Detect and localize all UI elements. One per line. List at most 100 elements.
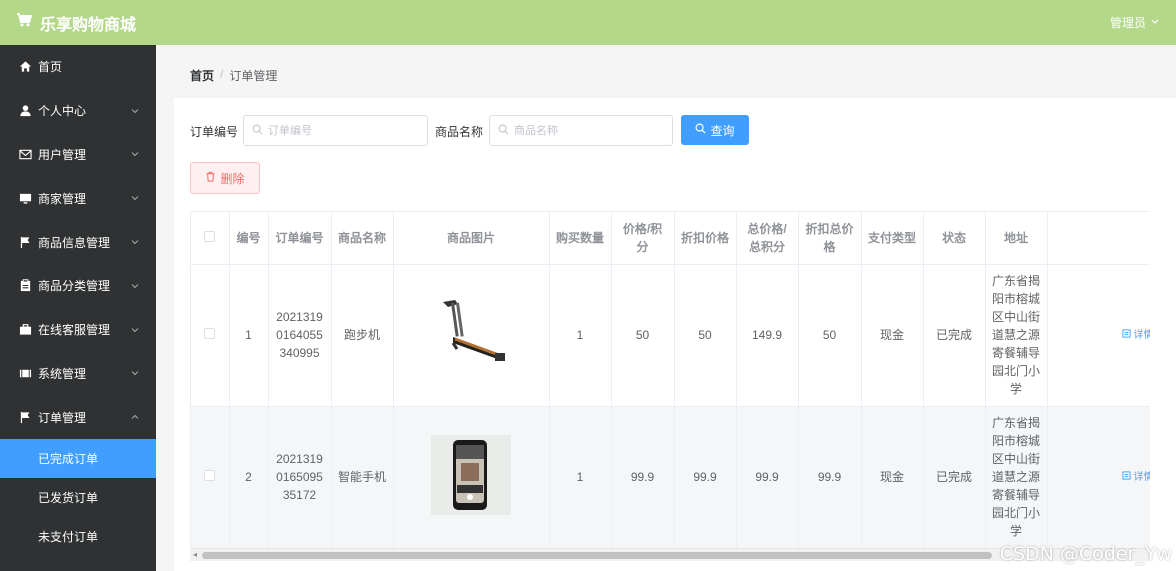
- cell-status: 已完成: [923, 264, 986, 407]
- row-checkbox[interactable]: [204, 328, 216, 339]
- sidebar: 首页 个人中心 用户管理 商家管理 商品信息管理 商品分类管理 在线客服管理 系…: [0, 45, 156, 571]
- row-select-cell[interactable]: [191, 406, 230, 549]
- sidebar-item-customer-service[interactable]: 在线客服管理: [0, 308, 156, 352]
- sidebar-subitem-completed-orders[interactable]: 已完成订单: [0, 439, 156, 479]
- detail-link[interactable]: 详情: [1121, 469, 1151, 487]
- document-icon: [1121, 327, 1131, 345]
- sidebar-item-label: 系统管理: [38, 366, 87, 381]
- cell-product-image: [393, 264, 550, 407]
- order-no-input[interactable]: [268, 124, 408, 137]
- column-header: 商品名称: [331, 212, 394, 265]
- detail-label: 详情: [1133, 330, 1151, 341]
- sidebar-subitem-label: 未支付订单: [38, 530, 99, 545]
- watermark: CSDN @Coder_Yw: [999, 543, 1172, 565]
- breadcrumb-home[interactable]: 首页: [190, 67, 214, 84]
- cell-total: 99.9: [736, 406, 799, 549]
- chevron-up-icon: [131, 415, 139, 420]
- chevron-down-icon: [131, 371, 139, 376]
- smartphone-image: [431, 434, 511, 515]
- order-no-field[interactable]: [243, 115, 428, 146]
- delete-button[interactable]: 删除: [190, 162, 260, 194]
- row-select-cell[interactable]: [191, 264, 230, 407]
- column-header: 总价格/总积分: [736, 212, 799, 265]
- product-name-label: 商品名称: [435, 125, 484, 139]
- table-row: 1 20213190164055340995 跑步机 1 50 50 149.9…: [191, 264, 1151, 407]
- brand[interactable]: 乐享购物商城: [16, 11, 136, 35]
- sidebar-item-home[interactable]: 首页: [0, 45, 156, 89]
- user-icon: [18, 104, 32, 118]
- sidebar-item-profile[interactable]: 个人中心: [0, 89, 156, 133]
- cell-discount-total: 50: [798, 264, 862, 407]
- sidebar-item-merchants[interactable]: 商家管理: [0, 176, 156, 220]
- select-all-cell[interactable]: [191, 212, 230, 265]
- briefcase-icon: [18, 323, 32, 337]
- cell-price: 50: [611, 264, 675, 407]
- breadcrumb: 首页 / 订单管理: [190, 67, 277, 84]
- cell-address: 广东省揭阳市榕城区中山街道慧之源寄餐辅导园北门小学: [985, 264, 1048, 407]
- scroll-left-icon[interactable]: ◂: [193, 551, 201, 559]
- product-name-input[interactable]: [514, 124, 654, 137]
- select-all-checkbox[interactable]: [204, 230, 216, 242]
- home-icon: [18, 60, 32, 74]
- column-header: 购买数量: [549, 212, 612, 265]
- cell-quantity: 1: [549, 264, 612, 407]
- table-header-row: 编号 订单编号 商品名称 商品图片 购买数量 价格/积分 折扣价格 总价格/总积…: [191, 212, 1150, 265]
- delete-button-label: 删除: [220, 171, 245, 186]
- product-name-field[interactable]: [489, 115, 673, 146]
- sidebar-item-system[interactable]: 系统管理: [0, 352, 156, 396]
- sidebar-item-label: 商品分类管理: [38, 279, 111, 294]
- column-header: 折扣总价格: [798, 212, 862, 265]
- column-header: 折扣价格: [674, 212, 737, 265]
- cell-discount-price: 99.9: [674, 406, 737, 549]
- main-content: 首页 / 订单管理 订单编号 商品名称 查询 删除: [156, 45, 1176, 571]
- sidebar-item-label: 个人中心: [38, 104, 87, 119]
- cell-order-no: 2021319016509535172: [268, 406, 332, 549]
- app-title: 乐享购物商城: [40, 16, 137, 34]
- sidebar-item-users[interactable]: 用户管理: [0, 133, 156, 177]
- detail-label: 详情: [1133, 472, 1151, 483]
- cell-pay-type: 现金: [861, 264, 924, 407]
- cell-index: 1: [229, 264, 269, 407]
- sidebar-item-label: 用户管理: [38, 147, 87, 162]
- sidebar-subitem-unpaid-orders[interactable]: 未支付订单: [0, 517, 156, 557]
- cell-actions: 详情: [1047, 406, 1151, 549]
- content-panel: 订单编号 商品名称 查询 删除: [174, 98, 1176, 571]
- sidebar-subitem-label: 已发货订单: [38, 491, 99, 506]
- row-checkbox[interactable]: [204, 470, 216, 481]
- cell-total: 149.9: [736, 264, 799, 407]
- cell-index: 2: [229, 406, 269, 549]
- chevron-down-icon: [131, 327, 139, 332]
- chevron-down-icon: [131, 108, 139, 113]
- mail-icon: [18, 147, 32, 161]
- cell-status: 已完成: [923, 406, 986, 549]
- top-bar: 乐享购物商城 管理员: [0, 0, 1176, 45]
- cell-discount-price: 50: [674, 264, 737, 407]
- chevron-down-icon: [1150, 16, 1160, 30]
- sidebar-item-categories[interactable]: 商品分类管理: [0, 264, 156, 308]
- sidebar-item-products[interactable]: 商品信息管理: [0, 220, 156, 264]
- film-icon: [18, 366, 32, 380]
- user-menu[interactable]: 管理员: [1110, 14, 1160, 31]
- column-header: 商品图片: [393, 212, 550, 265]
- query-button[interactable]: 查询: [681, 115, 749, 145]
- order-no-label: 订单编号: [190, 125, 239, 139]
- query-button-label: 查询: [710, 123, 735, 138]
- chevron-down-icon: [131, 240, 139, 245]
- chevron-down-icon: [131, 284, 139, 289]
- cell-product-image: [393, 406, 550, 549]
- cell-address: 广东省揭阳市榕城区中山街道慧之源寄餐辅导园北门小学: [985, 406, 1048, 549]
- sidebar-item-label: 商家管理: [38, 191, 87, 206]
- chevron-down-icon: [131, 196, 139, 201]
- orders-table: 编号 订单编号 商品名称 商品图片 购买数量 价格/积分 折扣价格 总价格/总积…: [190, 211, 1150, 562]
- sidebar-item-orders[interactable]: 订单管理: [0, 395, 156, 439]
- detail-link[interactable]: 详情: [1121, 327, 1151, 345]
- sidebar-subitem-shipped-orders[interactable]: 已发货订单: [0, 478, 156, 518]
- cell-price: 99.9: [611, 406, 675, 549]
- scrollbar-thumb[interactable]: [202, 552, 992, 559]
- actions-header: [1047, 212, 1150, 265]
- sidebar-item-label: 商品信息管理: [38, 235, 111, 250]
- table-row: 2 2021319016509535172 智能手机 1 99.9 99.9 9…: [191, 406, 1151, 549]
- sidebar-item-label: 首页: [38, 60, 63, 75]
- column-header: 地址: [985, 212, 1048, 265]
- breadcrumb-current: 订单管理: [229, 69, 278, 83]
